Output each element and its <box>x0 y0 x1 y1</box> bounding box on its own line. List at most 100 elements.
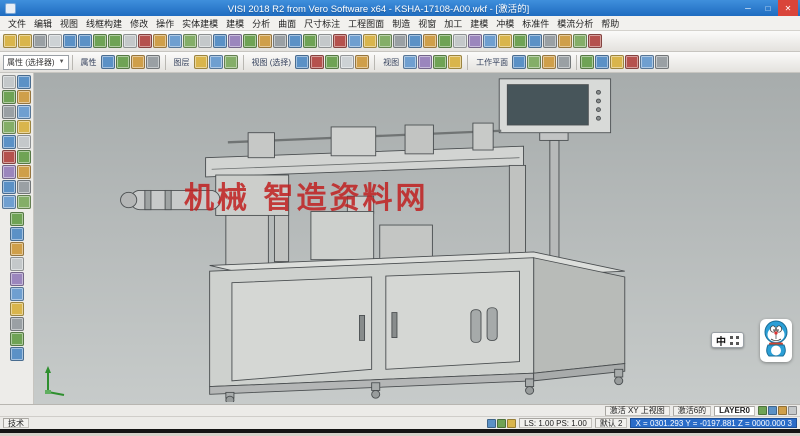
minimize-button[interactable]: ─ <box>738 0 758 16</box>
sidebar-tool-icon[interactable] <box>17 150 31 164</box>
toolbar-icon[interactable] <box>378 34 392 48</box>
toolbar-icon[interactable] <box>33 34 47 48</box>
default-profile-label[interactable]: 默认 2 <box>595 418 628 428</box>
sidebar-tool-icon[interactable] <box>2 120 16 134</box>
toolbar-icon[interactable] <box>542 55 556 69</box>
sidebar-tool-icon[interactable] <box>17 105 31 119</box>
toolbar-icon[interactable] <box>453 34 467 48</box>
toolbar-icon[interactable] <box>423 34 437 48</box>
sidebar-tool-icon[interactable] <box>17 195 31 209</box>
toolbar-icon[interactable] <box>108 34 122 48</box>
status-icon[interactable] <box>497 419 506 428</box>
menu-item[interactable]: 冲模 <box>492 17 518 30</box>
sidebar-tool-icon[interactable] <box>10 317 24 331</box>
toolbar-icon[interactable] <box>273 34 287 48</box>
status-icon[interactable] <box>788 406 797 415</box>
sidebar-tool-icon[interactable] <box>10 257 24 271</box>
sidebar-tool-icon[interactable] <box>10 332 24 346</box>
toolbar-icon[interactable] <box>448 55 462 69</box>
toolbar-icon[interactable] <box>580 55 594 69</box>
menu-item[interactable]: 曲面 <box>274 17 300 30</box>
toolbar-icon[interactable] <box>340 55 354 69</box>
close-button[interactable]: ✕ <box>778 0 798 16</box>
toolbar-icon[interactable] <box>625 55 639 69</box>
toolbar-icon[interactable] <box>512 55 526 69</box>
toolbar-icon[interactable] <box>168 34 182 48</box>
toolbar-icon[interactable] <box>333 34 347 48</box>
toolbar-icon[interactable] <box>527 55 541 69</box>
toolbar-icon[interactable] <box>318 34 332 48</box>
menu-item[interactable]: 建模 <box>222 17 248 30</box>
toolbar-icon[interactable] <box>655 55 669 69</box>
selector-combobox[interactable]: 属性 (选择器) ▼ <box>3 55 69 70</box>
view-number-label[interactable]: 激活6的 <box>673 406 711 416</box>
menu-item[interactable]: 文件 <box>4 17 30 30</box>
toolbar-icon[interactable] <box>131 55 145 69</box>
maximize-button[interactable]: □ <box>758 0 778 16</box>
toolbar-icon[interactable] <box>513 34 527 48</box>
sidebar-tool-icon[interactable] <box>10 212 24 226</box>
cad-model-machine[interactable] <box>76 75 724 402</box>
active-view-label[interactable]: 激活 XY 上视图 <box>605 406 670 416</box>
sidebar-tool-icon[interactable] <box>2 165 16 179</box>
status-icon[interactable] <box>758 406 767 415</box>
toolbar-icon[interactable] <box>498 34 512 48</box>
sidebar-tool-icon[interactable] <box>10 302 24 316</box>
toolbar-icon[interactable] <box>48 34 62 48</box>
toolbar-icon[interactable] <box>303 34 317 48</box>
toolbar-icon[interactable] <box>408 34 422 48</box>
menu-item[interactable]: 分析 <box>248 17 274 30</box>
toolbar-icon[interactable] <box>183 34 197 48</box>
toolbar-icon[interactable] <box>153 34 167 48</box>
toolbar-icon[interactable] <box>93 34 107 48</box>
sidebar-tool-icon[interactable] <box>2 150 16 164</box>
ime-menu-icon[interactable] <box>730 336 739 345</box>
menu-item[interactable]: 尺寸标注 <box>300 17 344 30</box>
menu-item[interactable]: 修改 <box>126 17 152 30</box>
toolbar-icon[interactable] <box>438 34 452 48</box>
cad-viewport[interactable]: 机械 智造资料网 中 <box>34 73 800 404</box>
sidebar-tool-icon[interactable] <box>2 195 16 209</box>
toolbar-icon[interactable] <box>198 34 212 48</box>
sidebar-tool-icon[interactable] <box>10 287 24 301</box>
menu-item[interactable]: 视图 <box>56 17 82 30</box>
toolbar-icon[interactable] <box>101 55 115 69</box>
menu-item[interactable]: 加工 <box>440 17 466 30</box>
toolbar-icon[interactable] <box>194 55 208 69</box>
toolbar-icon[interactable] <box>558 34 572 48</box>
toolbar-icon[interactable] <box>595 55 609 69</box>
toolbar-icon[interactable] <box>18 34 32 48</box>
sidebar-tool-icon[interactable] <box>17 180 31 194</box>
toolbar-icon[interactable] <box>288 34 302 48</box>
ime-indicator[interactable]: 中 <box>711 332 744 348</box>
toolbar-icon[interactable] <box>63 34 77 48</box>
toolbar-icon[interactable] <box>418 55 432 69</box>
sidebar-tool-icon[interactable] <box>17 90 31 104</box>
sidebar-tool-icon[interactable] <box>2 90 16 104</box>
sidebar-tool-icon[interactable] <box>17 165 31 179</box>
menu-item[interactable]: 制造 <box>388 17 414 30</box>
toolbar-icon[interactable] <box>348 34 362 48</box>
toolbar-icon[interactable] <box>138 34 152 48</box>
toolbar-icon[interactable] <box>355 55 369 69</box>
toolbar-icon[interactable] <box>363 34 377 48</box>
toolbar-icon[interactable] <box>295 55 309 69</box>
toolbar-icon[interactable] <box>224 55 238 69</box>
sidebar-tool-icon[interactable] <box>2 75 16 89</box>
toolbar-icon[interactable] <box>528 34 542 48</box>
menu-item[interactable]: 线框构建 <box>82 17 126 30</box>
toolbar-icon[interactable] <box>468 34 482 48</box>
menu-item[interactable]: 工程图面 <box>344 17 388 30</box>
menu-item[interactable]: 建模 <box>466 17 492 30</box>
toolbar-icon[interactable] <box>213 34 227 48</box>
sidebar-tool-icon[interactable] <box>2 135 16 149</box>
sidebar-tool-icon[interactable] <box>10 347 24 361</box>
menu-item[interactable]: 视窗 <box>414 17 440 30</box>
menu-item[interactable]: 帮助 <box>597 17 623 30</box>
tech-label[interactable]: 技术 <box>3 418 29 428</box>
sidebar-tool-icon[interactable] <box>2 105 16 119</box>
sidebar-tool-icon[interactable] <box>17 120 31 134</box>
toolbar-icon[interactable] <box>78 34 92 48</box>
menu-item[interactable]: 标准件 <box>518 17 553 30</box>
menu-item[interactable]: 模流分析 <box>553 17 597 30</box>
